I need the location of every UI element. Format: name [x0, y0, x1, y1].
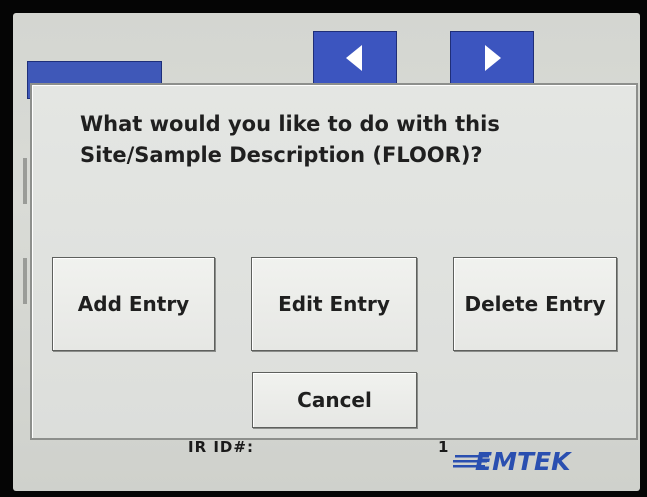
emtek-logo: EMTEK [453, 447, 572, 476]
background-panel-edge [23, 258, 27, 304]
dialog-prompt: What would you like to do with this Site… [80, 109, 600, 171]
previous-button[interactable] [313, 31, 397, 85]
background-field-label: IR ID#: [188, 438, 254, 456]
add-entry-button[interactable]: Add Entry [52, 257, 215, 351]
prompt-line-2: Site/Sample Description (FLOOR)? [80, 143, 483, 167]
left-arrow-icon [346, 45, 362, 71]
next-button[interactable] [450, 31, 534, 85]
brand-text: EMTEK [475, 447, 572, 476]
prompt-line-1: What would you like to do with this [80, 112, 500, 136]
cancel-button[interactable]: Cancel [252, 372, 417, 428]
delete-entry-button[interactable]: Delete Entry [453, 257, 617, 351]
action-dialog: What would you like to do with this Site… [30, 83, 638, 440]
background-panel-edge [23, 158, 27, 204]
edit-entry-button[interactable]: Edit Entry [251, 257, 417, 351]
background-field-value: 1 [438, 438, 449, 456]
device-screen: IR ID#: 1 EMTEK What would you like to d… [13, 13, 640, 491]
right-arrow-icon [485, 45, 501, 71]
